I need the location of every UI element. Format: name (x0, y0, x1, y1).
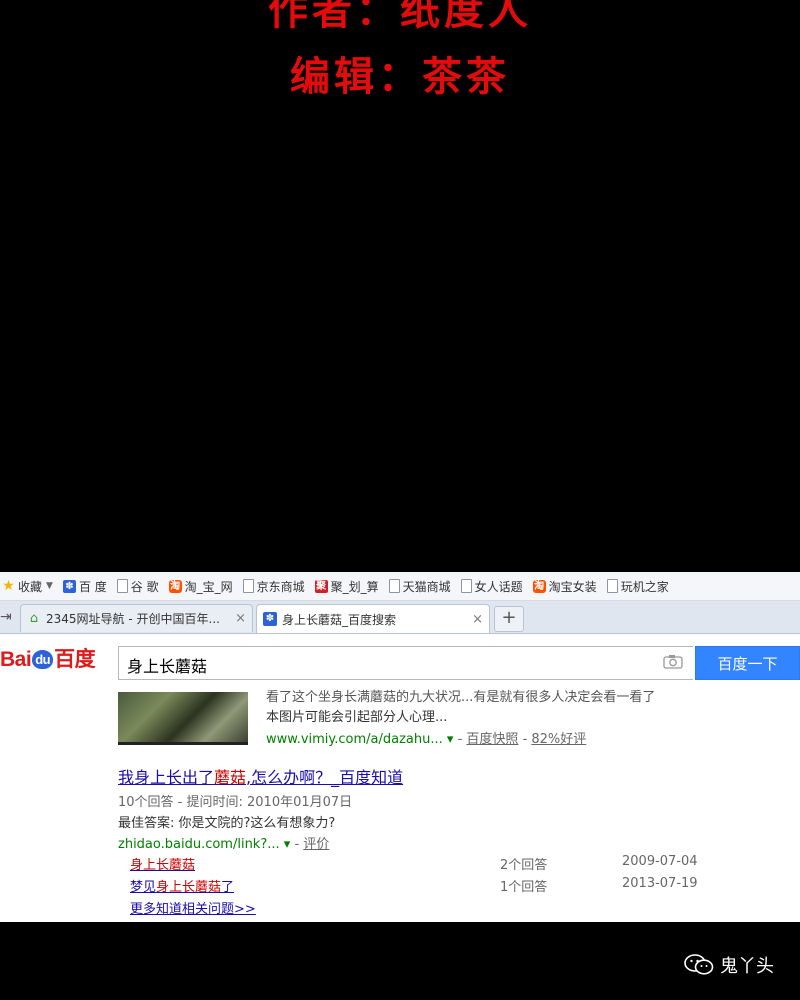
result-snippet: 本图片可能会引起部分人心理... (266, 710, 448, 725)
bookmark-juhuasuan[interactable]: 聚聚_划_算 (314, 578, 379, 595)
baidu-logo[interactable]: Bai du 百度 (0, 643, 96, 673)
related-question-row: 梦见身上长蘑菇了 1个回答 2013-07-19 (130, 876, 730, 896)
bookmark-taobao[interactable]: 淘淘_宝_网 (168, 578, 233, 595)
rating-link[interactable]: 82%好评 (531, 732, 586, 747)
result-url: www.vimiy.com/a/dazahu... (266, 732, 443, 747)
baidu-paw-icon: du (32, 650, 54, 669)
editor-credit: 编辑：茶茶 (290, 53, 510, 100)
chevron-down-icon[interactable]: ▾ (447, 732, 454, 747)
result-url-line: www.vimiy.com/a/dazahu... ▾ - 百度快照 - 82%… (266, 732, 587, 747)
wechat-watermark: 鬼丫头 (684, 952, 774, 978)
result-snippet: 看了这个坐身长满蘑菇的九大状况...有是就有很多人决定会看一看了 (266, 690, 656, 705)
chevron-down-icon: ▼ (46, 581, 53, 591)
page-icon (116, 579, 128, 593)
wechat-icon (684, 954, 714, 976)
result-url: zhidao.baidu.com/link?... (118, 837, 280, 852)
baidu-paw-icon: ✽ (62, 579, 76, 593)
browser-screenshot: ★ 收藏 ▼ ✽ 百 度 谷 歌 淘淘_宝_网 京东商城 聚聚_划_算 天猫商城 女人… (0, 572, 800, 922)
result-thumbnail[interactable] (118, 692, 248, 745)
search-button[interactable]: 百度一下 (695, 646, 800, 680)
bookmark-google[interactable]: 谷 歌 (116, 578, 159, 595)
juhuasuan-icon: 聚 (314, 579, 328, 593)
result-title-link[interactable]: 我身上长出了蘑菇,怎么办啊？_百度知道 (118, 764, 403, 788)
related-question-row: 身上长蘑菇 2个回答 2009-07-04 (130, 854, 730, 874)
bookmark-jd[interactable]: 京东商城 (242, 578, 305, 595)
author-credit: 作者：纸度人 (268, 0, 532, 34)
tab-baidu-search[interactable]: ✽ 身上长蘑菇_百度搜索 × (256, 604, 490, 633)
question-date: 2009-07-04 (622, 854, 698, 869)
search-input[interactable]: 身上长蘑菇 (118, 646, 693, 680)
page-icon (460, 579, 472, 593)
tab-2345[interactable]: ⌂ 2345网址导航 - 开创中国百年... × (20, 604, 253, 632)
more-related-link[interactable]: 更多知道相关问题>> (130, 898, 256, 917)
bookmark-women-topics[interactable]: 女人话题 (460, 578, 523, 595)
tab-bar: ⇥ ⌂ 2345网址导航 - 开创中国百年... × ✽ 身上长蘑菇_百度搜索 … (0, 601, 800, 634)
answer-count: 2个回答 (500, 858, 548, 873)
bookmark-wanji[interactable]: 玩机之家 (606, 578, 669, 595)
baidu-paw-icon: ✽ (263, 612, 277, 626)
close-icon[interactable]: × (235, 611, 246, 626)
page-icon (242, 579, 254, 593)
star-icon: ★ (2, 577, 15, 594)
search-results: 看了这个坐身长满蘑菇的九大状况...有是就有很多人决定会看一看了 本图片可能会引… (0, 690, 800, 922)
best-answer: 最佳答案: 你是文院的?这么有想象力? (118, 816, 336, 831)
baidu-search-header: Bai du 百度 身上长蘑菇 百度一下 (0, 634, 800, 692)
chevron-down-icon[interactable]: ▾ (284, 837, 291, 852)
new-tab-button[interactable]: + (494, 606, 524, 632)
house-icon: ⌂ (29, 610, 39, 626)
bookmark-favorites[interactable]: ★ 收藏 ▼ (2, 578, 53, 595)
result-meta: 10个回答 - 提问时间: 2010年01月07日 (118, 795, 353, 810)
camera-icon[interactable] (663, 654, 683, 669)
taobao-icon: 淘 (532, 579, 546, 593)
bookmark-tmall[interactable]: 天猫商城 (388, 578, 451, 595)
close-icon[interactable]: × (472, 612, 483, 627)
answer-count: 1个回答 (500, 880, 548, 895)
bookmark-baidu[interactable]: ✽ 百 度 (62, 578, 107, 595)
cache-link[interactable]: 百度快照 (466, 732, 518, 747)
question-date: 2013-07-19 (622, 876, 698, 891)
bookmark-taobao-women[interactable]: 淘淘宝女装 (532, 578, 597, 595)
related-question-link[interactable]: 梦见身上长蘑菇了 (130, 876, 234, 895)
taobao-icon: 淘 (168, 579, 182, 593)
related-question-link[interactable]: 身上长蘑菇 (130, 854, 195, 873)
page-icon (388, 579, 400, 593)
forward-arrow-icon[interactable]: ⇥ (0, 609, 12, 625)
rate-link[interactable]: 评价 (303, 837, 329, 852)
page-icon (606, 579, 618, 593)
bookmarks-bar: ★ 收藏 ▼ ✽ 百 度 谷 歌 淘淘_宝_网 京东商城 聚聚_划_算 天猫商城 女人… (0, 572, 800, 601)
result-url-line: zhidao.baidu.com/link?... ▾ - 评价 (118, 837, 330, 852)
